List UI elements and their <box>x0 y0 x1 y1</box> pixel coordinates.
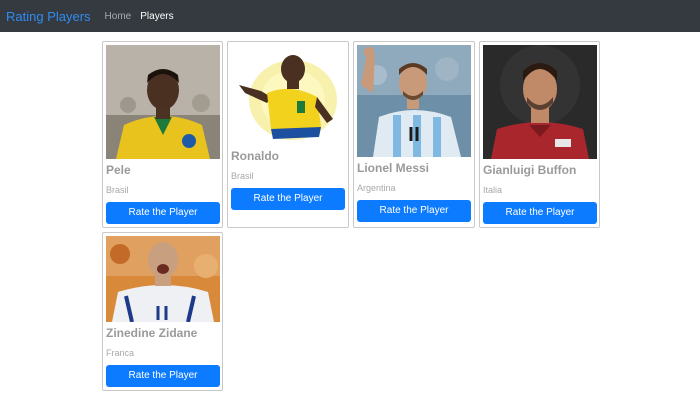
player-card: Lionel Messi Argentina Rate the Player <box>353 41 475 228</box>
rate-player-button[interactable]: Rate the Player <box>483 202 597 224</box>
rate-player-button[interactable]: Rate the Player <box>106 202 220 224</box>
player-photo <box>357 45 471 157</box>
rate-player-button[interactable]: Rate the Player <box>357 200 471 222</box>
player-country: Franca <box>106 348 135 358</box>
player-card: Pele Brasil Rate the Player <box>102 41 223 228</box>
player-country: Brasil <box>231 171 254 181</box>
player-photo <box>231 45 345 143</box>
player-name: Lionel Messi <box>357 161 430 175</box>
player-photo <box>106 45 220 159</box>
player-card: Zinedine Zidane Franca Rate the Player <box>102 232 223 391</box>
rate-player-button[interactable]: Rate the Player <box>106 365 220 387</box>
brand-link[interactable]: Rating Players <box>6 9 91 24</box>
player-country: Argentina <box>357 183 396 193</box>
player-country: Brasil <box>106 185 129 195</box>
player-photo <box>483 45 597 159</box>
player-card: Ronaldo Brasil Rate the Player <box>227 41 349 228</box>
player-name: Ronaldo <box>231 149 279 163</box>
nav-link-players[interactable]: Players <box>140 11 173 22</box>
player-name: Pele <box>106 163 131 177</box>
player-country: Italia <box>483 185 503 195</box>
rate-player-button[interactable]: Rate the Player <box>231 188 345 210</box>
player-card: Gianluigi Buffon Italia Rate the Player <box>479 41 600 228</box>
nav-link-home[interactable]: Home <box>105 11 132 22</box>
player-name: Gianluigi Buffon <box>483 163 577 177</box>
player-photo <box>106 236 220 322</box>
top-navbar: Rating Players Home Players <box>0 0 700 32</box>
player-name: Zinedine Zidane <box>106 326 198 340</box>
